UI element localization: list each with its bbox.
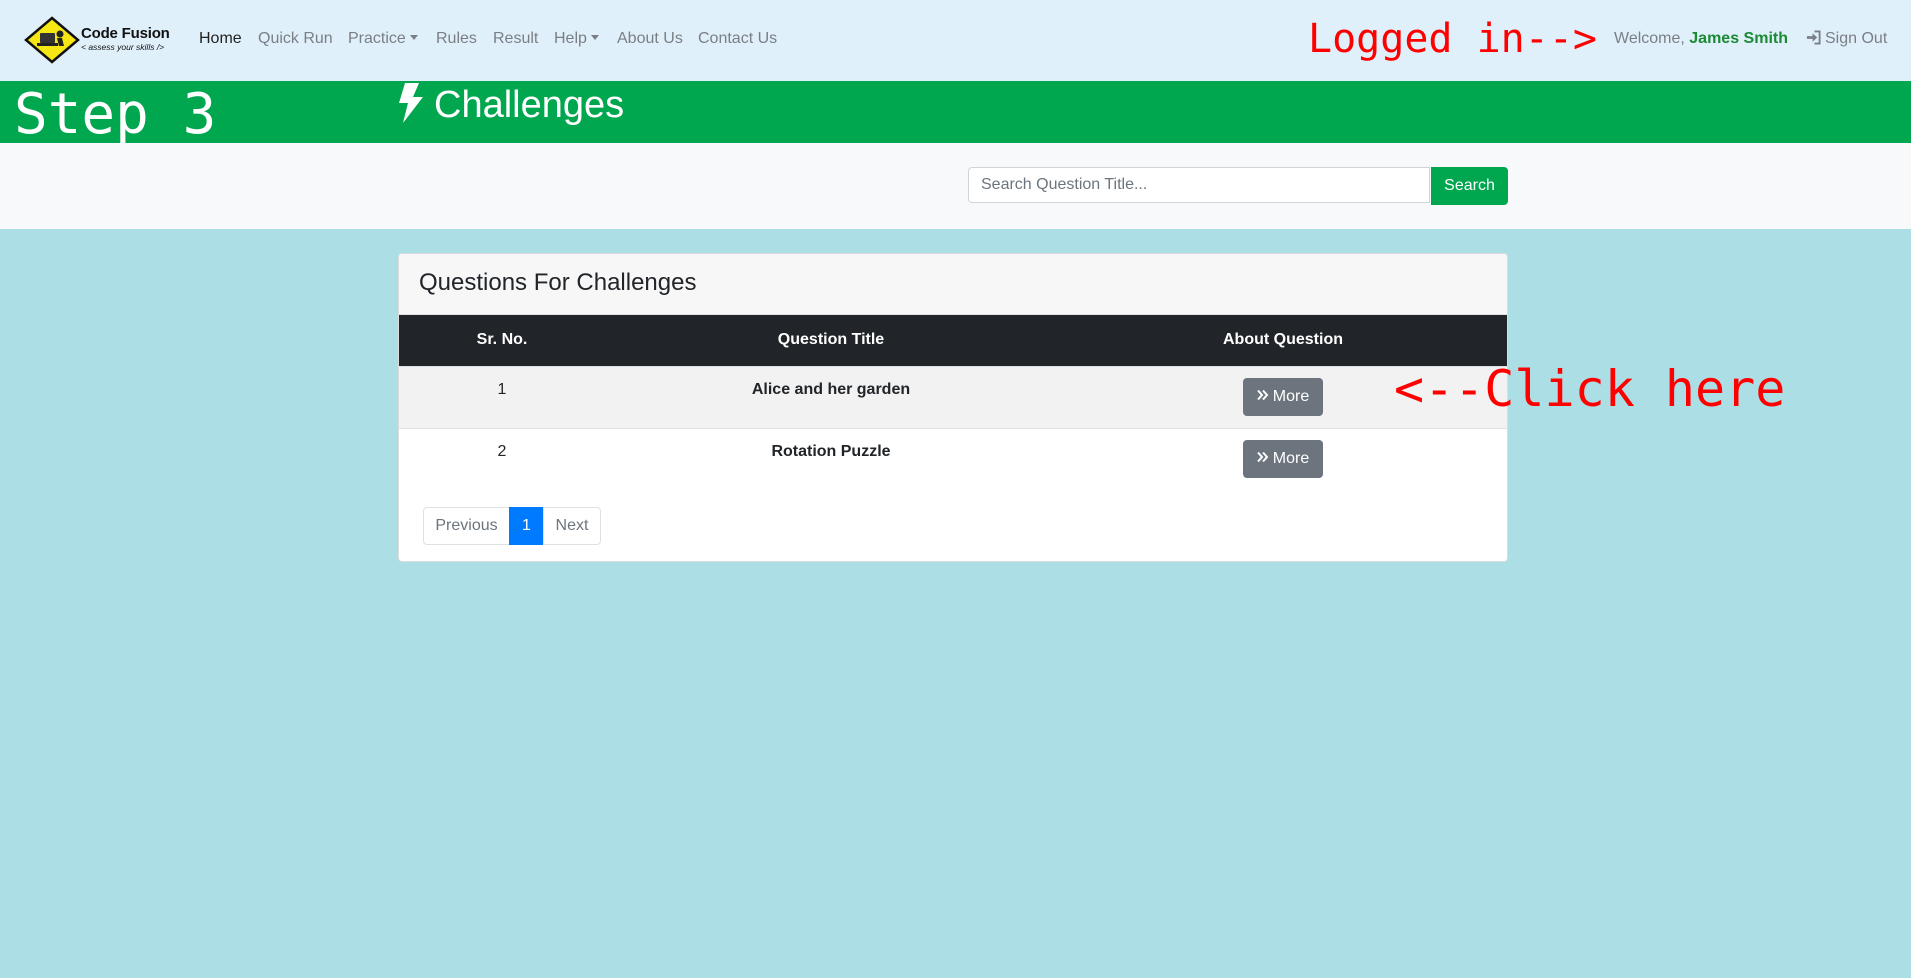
nav-result[interactable]: Result [493, 30, 538, 48]
search-bar: Search [0, 143, 1911, 229]
sign-out-link[interactable]: Sign Out [1806, 30, 1887, 48]
sr-no-cell: 2 [497, 443, 507, 460]
action-cell: More [1057, 429, 1507, 478]
nav-help-label: Help [554, 30, 587, 47]
sr-no-cell: 1 [497, 381, 507, 398]
click-here-annotation: <--Click here [1394, 360, 1786, 418]
welcome-prefix: Welcome, [1614, 30, 1690, 47]
brand-tagline: < assess your skills /> [81, 42, 165, 52]
chevron-down-icon [409, 35, 418, 40]
more-button[interactable]: More [1243, 440, 1323, 478]
username[interactable]: James Smith [1689, 30, 1788, 47]
column-header-question-title: Question Title [777, 331, 885, 348]
double-chevron-right-icon [1257, 451, 1269, 463]
question-title-cell: Alice and her garden [751, 381, 911, 398]
bolt-icon [399, 83, 423, 123]
column-header-about-question: About Question [1223, 331, 1343, 348]
pagination-page-current[interactable]: 1 [509, 507, 544, 545]
nav-help[interactable]: Help [554, 30, 599, 48]
nav-practice[interactable]: Practice [348, 30, 418, 48]
more-button-label: More [1272, 388, 1310, 405]
sign-in-icon [1806, 30, 1821, 45]
search-input[interactable] [968, 167, 1430, 203]
brand-name: Code Fusion [81, 25, 170, 42]
nav-contact-us[interactable]: Contact Us [698, 30, 777, 48]
search-button[interactable]: Search [1431, 167, 1508, 205]
table-row: 1 Alice and her garden More [399, 366, 1507, 428]
column-header-sr-no: Sr. No. [476, 331, 528, 348]
pagination-previous[interactable]: Previous [423, 507, 510, 545]
nav-quick-run[interactable]: Quick Run [258, 30, 333, 48]
pagination-next[interactable]: Next [543, 507, 601, 545]
nav-home[interactable]: Home [199, 30, 242, 48]
chevron-down-icon [590, 35, 599, 40]
logged-in-annotation: Logged in--> [1308, 16, 1597, 62]
step-annotation: Step 3 [14, 82, 217, 147]
more-button[interactable]: More [1243, 378, 1323, 416]
table-row: 2 Rotation Puzzle More [399, 428, 1507, 490]
brand-logo[interactable]: Code Fusion < assess your skills /> [24, 16, 176, 64]
page-title-text: Challenges [434, 84, 625, 126]
question-title-cell: Rotation Puzzle [771, 443, 891, 460]
nav-about-us[interactable]: About Us [617, 30, 683, 48]
card-header: Questions For Challenges [399, 254, 1507, 315]
welcome-text: Welcome, James Smith [1614, 30, 1788, 48]
nav-rules[interactable]: Rules [436, 30, 477, 48]
questions-card: Questions For Challenges Sr. No. Questio… [398, 253, 1508, 562]
sign-out-label: Sign Out [1825, 30, 1888, 47]
table-header: Sr. No. Question Title About Question [399, 315, 1507, 366]
card-title: Questions For Challenges [419, 269, 697, 296]
more-button-label: More [1272, 450, 1310, 467]
logo-icon [24, 16, 80, 64]
double-chevron-right-icon [1257, 389, 1269, 401]
page-banner: Step 3 Challenges [0, 81, 1911, 147]
nav-practice-label: Practice [348, 30, 406, 47]
navbar: Code Fusion < assess your skills /> Home… [0, 0, 1911, 81]
